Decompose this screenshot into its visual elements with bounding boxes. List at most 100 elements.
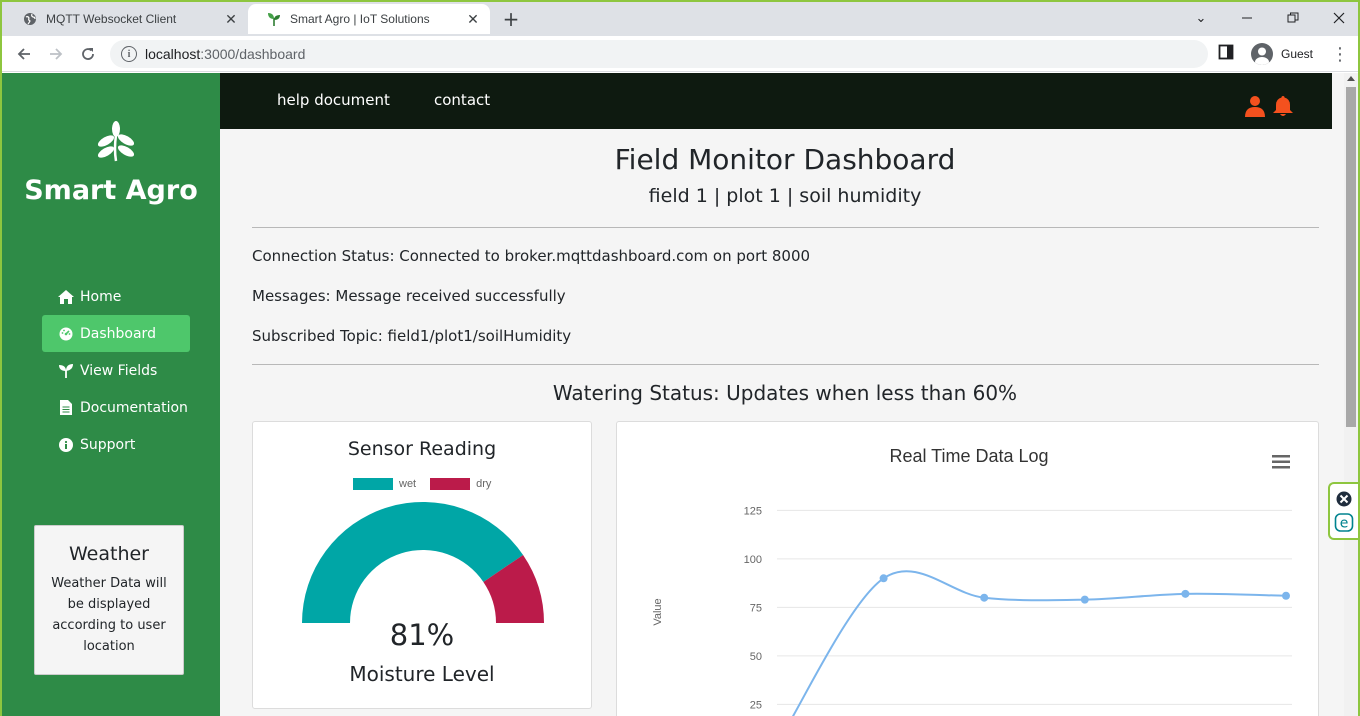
sidebar-item-view-fields[interactable]: View Fields [42,352,190,389]
divider [252,227,1319,228]
messages-status: Messages: Message received successfully [252,287,566,305]
guest-avatar-icon [1251,43,1273,65]
browser-window: MQTT Websocket Client ✕ Smart Agro | IoT… [0,0,1360,716]
sidebar-item-label: Home [80,288,122,305]
sidebar-item-documentation[interactable]: Documentation [42,389,190,426]
sidebar-item-label: View Fields [80,362,158,379]
svg-text:e: e [1340,516,1349,532]
page-title: Field Monitor Dashboard [614,143,956,176]
y-tick-label: 100 [744,554,762,566]
close-tab-icon[interactable]: ✕ [464,10,482,28]
sidebar: Smart Agro Home Dashboard View Fields Do… [2,73,220,716]
sidebar-item-dashboard[interactable]: Dashboard [42,315,190,352]
top-navbar: help document contact [220,73,1332,129]
url-text: localhost:3000/dashboard [145,46,306,62]
connection-status: Connection Status: Connected to broker.m… [252,247,811,265]
tab-search-icon[interactable]: ⌄ [1178,4,1224,32]
browser-toolbar: i localhost:3000/dashboard Guest ⋮ [2,36,1358,72]
data-point[interactable] [980,593,989,602]
bell-icon[interactable] [1272,95,1294,117]
series-points [879,574,1290,604]
chart-menu-icon[interactable] [1272,454,1290,469]
y-tick-label: 125 [744,505,762,517]
profile-button[interactable]: Guest [1248,39,1324,69]
nav-link-contact[interactable]: contact [434,91,490,109]
restore-button[interactable] [1270,4,1316,32]
real-time-data-card: Real Time Data Log Value 25 50 75 100 125 [616,421,1319,716]
divider [252,364,1319,365]
page-scrollbar[interactable] [1344,73,1358,716]
site-info-icon[interactable]: i [121,46,137,62]
sensor-reading-title: Sensor Reading [347,438,497,460]
y-axis-label: Value [652,598,664,625]
weather-title: Weather [69,543,149,565]
y-tick-label: 25 [750,699,762,711]
chart-title: Real Time Data Log [889,446,1048,466]
y-tick-label: 75 [750,602,762,614]
extension-e-icon: e [1334,513,1354,532]
info-icon [58,437,74,453]
forward-button[interactable] [42,40,70,68]
tab-smart-agro[interactable]: Smart Agro | IoT Solutions ✕ [248,4,490,34]
page-viewport: Smart Agro Home Dashboard View Fields Do… [2,73,1358,716]
brand-name[interactable]: Smart Agro [2,175,220,206]
real-time-line-chart: Real Time Data Log Value 25 50 75 100 125 [652,446,1292,716]
globe-icon [22,11,38,27]
gauge-value: 81% [389,618,455,652]
scroll-up-arrow-icon[interactable] [1347,76,1355,81]
legend-swatch-wet [353,478,393,490]
extension-widget[interactable]: e [1328,482,1358,540]
weather-text: Weather Data will be displayed according… [51,576,167,654]
moisture-gauge [302,502,544,623]
sidebar-item-label: Dashboard [80,325,156,342]
minimize-button[interactable] [1224,4,1270,32]
tab-mqtt-client[interactable]: MQTT Websocket Client ✕ [4,4,248,34]
data-point[interactable] [1181,589,1190,598]
gauge-legend: wet dry [353,478,491,490]
legend-label-wet: wet [399,478,417,490]
sidebar-item-support[interactable]: Support [42,426,190,463]
nav-link-help-document[interactable]: help document [277,91,390,109]
user-icon[interactable] [1244,95,1266,117]
file-icon [58,400,74,416]
side-panel-icon[interactable] [1218,44,1238,64]
weather-card: Weather Weather Data will be displayed a… [34,525,184,675]
sidebar-item-home[interactable]: Home [42,278,190,315]
data-point[interactable] [1080,595,1089,604]
leaf-logo-icon [97,121,135,163]
sprout-icon [266,11,282,27]
data-point[interactable] [1282,591,1290,600]
chart-gridlines [777,509,1292,705]
new-tab-button[interactable]: + [498,6,524,32]
y-axis-ticks: 25 50 75 100 125 [744,505,762,711]
data-point[interactable] [879,574,888,583]
close-circle-icon [1336,491,1352,507]
gauge-label: Moisture Level [349,662,495,686]
sensor-reading-card: Sensor Reading wet dry 81% Moisture Leve… [252,421,592,709]
tab-title: MQTT Websocket Client [46,12,177,26]
close-window-button[interactable] [1316,4,1358,32]
subscribed-topic: Subscribed Topic: field1/plot1/soilHumid… [252,327,572,345]
seedling-icon [58,363,74,379]
sidebar-item-label: Support [80,436,136,453]
sidebar-item-label: Documentation [80,399,188,416]
profile-label: Guest [1281,47,1314,61]
close-tab-icon[interactable]: ✕ [222,10,240,28]
main-content: Field Monitor Dashboard field 1 | plot 1… [220,129,1344,716]
reload-button[interactable] [74,40,102,68]
tab-title: Smart Agro | IoT Solutions [290,12,430,26]
back-button[interactable] [10,40,38,68]
watering-status: Watering Status: Updates when less than … [552,381,1018,405]
page-subtitle: field 1 | plot 1 | soil humidity [648,185,922,207]
legend-swatch-dry [430,478,471,490]
dashboard-icon [58,326,74,342]
home-icon [58,289,74,305]
series-line [792,570,1287,716]
legend-label-dry: dry [476,478,492,490]
browser-menu-icon[interactable]: ⋮ [1330,42,1350,66]
scrollbar-thumb[interactable] [1346,87,1356,427]
y-tick-label: 50 [750,651,762,663]
address-bar[interactable]: i localhost:3000/dashboard [110,40,1208,68]
tab-strip: MQTT Websocket Client ✕ Smart Agro | IoT… [2,2,1358,36]
gauge-arc-wet [302,502,524,623]
